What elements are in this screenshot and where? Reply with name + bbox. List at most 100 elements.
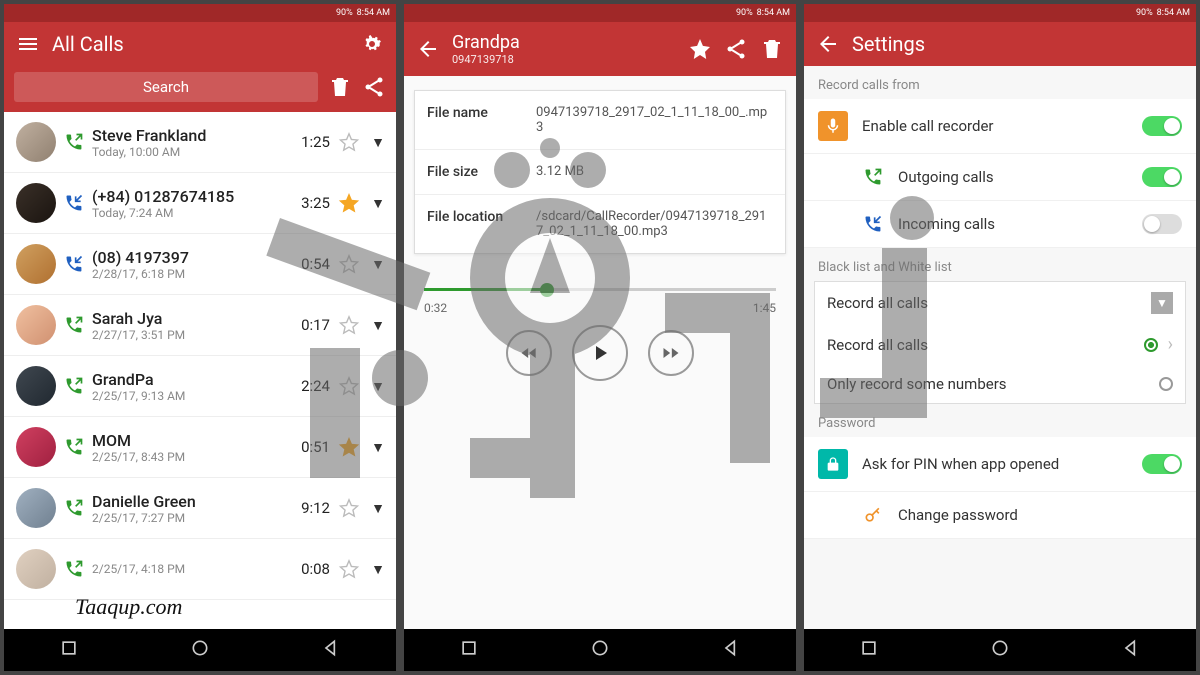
call-row[interactable]: Danielle Green2/25/17, 7:27 PM9:12▼ [4, 478, 396, 539]
call-duration: 2:24 [290, 377, 330, 395]
star-icon[interactable] [338, 558, 360, 580]
back-button[interactable] [1121, 638, 1141, 662]
chevron-down-icon[interactable]: ▼ [368, 256, 388, 273]
rewind-button[interactable] [506, 330, 552, 376]
star-icon[interactable] [338, 253, 360, 275]
mic-icon [818, 111, 848, 141]
home-button[interactable] [990, 638, 1010, 662]
call-name: Steve Frankland [92, 126, 282, 145]
lock-icon [818, 449, 848, 479]
record-mode-dropdown: Record all calls ▼ Record all calls › On… [814, 281, 1186, 404]
appbar: Settings [804, 22, 1196, 66]
share-icon[interactable] [724, 37, 748, 61]
row-enable-recorder[interactable]: Enable call recorder [804, 99, 1196, 154]
recent-button[interactable] [459, 638, 479, 662]
detail-location-row: File location /sdcard/CallRecorder/09471… [415, 195, 785, 253]
detail-subtitle: 0947139718 [452, 53, 676, 66]
play-button[interactable] [572, 325, 628, 381]
home-button[interactable] [190, 638, 210, 662]
call-name: GrandPa [92, 370, 282, 389]
call-row[interactable]: Sarah Jya2/27/17, 3:51 PM0:17▼ [4, 295, 396, 356]
star-icon[interactable] [338, 497, 360, 519]
menu-icon[interactable] [16, 32, 40, 56]
call-name: Sarah Jya [92, 309, 282, 328]
outgoing-call-icon [64, 559, 84, 579]
chevron-down-icon[interactable]: ▼ [368, 378, 388, 395]
detail-filename-row: File name 0947139718_2917_02_1_11_18_00_… [415, 91, 785, 150]
chevron-down-icon[interactable]: ▼ [368, 317, 388, 334]
star-icon[interactable] [688, 37, 712, 61]
delete-icon[interactable] [760, 37, 784, 61]
battery-text: 90% [336, 8, 353, 18]
row-incoming[interactable]: Incoming calls [804, 201, 1196, 248]
forward-button[interactable] [648, 330, 694, 376]
recent-button[interactable] [59, 638, 79, 662]
screen-all-calls: 90% 8:54 AM All Calls Search Steve Frank… [4, 4, 396, 671]
back-icon[interactable] [416, 37, 440, 61]
home-button[interactable] [590, 638, 610, 662]
chevron-down-icon[interactable]: ▼ [368, 439, 388, 456]
chevron-down-icon[interactable]: ▼ [368, 195, 388, 212]
call-duration: 9:12 [290, 499, 330, 517]
star-icon[interactable] [338, 192, 360, 214]
total-time: 1:45 [753, 301, 776, 315]
call-name: (+84) 01287674185 [92, 187, 282, 206]
chevron-down-icon[interactable]: ▼ [368, 500, 388, 517]
recent-button[interactable] [859, 638, 879, 662]
chevron-down-icon[interactable]: ▼ [368, 134, 388, 151]
chevron-down-icon[interactable]: ▼ [368, 561, 388, 578]
outgoing-call-icon [862, 166, 884, 188]
call-duration: 3:25 [290, 194, 330, 212]
screen-detail: 90% 8:54 AM Grandpa 0947139718 File name… [404, 4, 796, 671]
avatar [16, 244, 56, 284]
avatar [16, 305, 56, 345]
toggle-incoming[interactable] [1142, 214, 1182, 234]
settings-icon[interactable] [360, 32, 384, 56]
option-record-all[interactable]: Record all calls › [815, 324, 1185, 365]
call-duration: 0:51 [290, 438, 330, 456]
toggle-outgoing[interactable] [1142, 167, 1182, 187]
call-row[interactable]: 2/25/17, 4:18 PM0:08▼ [4, 539, 396, 600]
share-icon[interactable] [362, 75, 386, 99]
call-row[interactable]: MOM2/25/17, 8:43 PM 0:51 ▼ [4, 417, 396, 478]
progress-track[interactable] [424, 288, 776, 291]
detail-size-row: File size 3.12 MB [415, 150, 785, 195]
appbar: All Calls [4, 22, 396, 66]
dropdown-header[interactable]: Record all calls ▼ [815, 282, 1185, 324]
delete-icon[interactable] [328, 75, 352, 99]
toggle-pin[interactable] [1142, 454, 1182, 474]
star-icon[interactable] [338, 436, 360, 458]
back-button[interactable] [721, 638, 741, 662]
call-list: Steve FranklandToday, 10:00 AM1:25▼(+84)… [4, 112, 396, 629]
row-outgoing[interactable]: Outgoing calls [804, 154, 1196, 201]
call-body: MOM2/25/17, 8:43 PM [92, 431, 282, 464]
star-icon[interactable] [338, 314, 360, 336]
call-row[interactable]: (+84) 01287674185Today, 7:24 AM 3:25 ▼ [4, 173, 396, 234]
search-input[interactable]: Search [14, 72, 318, 102]
call-row[interactable]: Steve FranklandToday, 10:00 AM1:25▼ [4, 112, 396, 173]
navbar [404, 629, 796, 671]
call-duration: 0:17 [290, 316, 330, 334]
call-row[interactable]: GrandPa2/25/17, 9:13 AM 2:24 ▼ [4, 356, 396, 417]
detail-title: Grandpa [452, 32, 676, 53]
elapsed-time: 0:32 [424, 301, 447, 315]
section-password: Password [804, 404, 1196, 437]
section-record: Record calls from [804, 66, 1196, 99]
call-body: (+84) 01287674185Today, 7:24 AM [92, 187, 282, 220]
toggle-enable[interactable] [1142, 116, 1182, 136]
call-row[interactable]: (08) 41973972/28/17, 6:18 PM0:54▼ [4, 234, 396, 295]
star-icon[interactable] [338, 375, 360, 397]
row-ask-pin[interactable]: Ask for PIN when app opened [804, 437, 1196, 492]
back-button[interactable] [321, 638, 341, 662]
call-body: GrandPa2/25/17, 9:13 AM [92, 370, 282, 403]
row-change-password[interactable]: Change password [804, 492, 1196, 539]
statusbar: 90% 8:54 AM [804, 4, 1196, 22]
radio-unselected [1159, 377, 1173, 391]
call-date: 2/28/17, 6:18 PM [92, 267, 282, 281]
option-record-some[interactable]: Only record some numbers [815, 365, 1185, 403]
star-icon[interactable] [338, 131, 360, 153]
outgoing-call-icon [64, 376, 84, 396]
back-icon[interactable] [816, 32, 840, 56]
avatar [16, 549, 56, 589]
call-name: (08) 4197397 [92, 248, 282, 267]
